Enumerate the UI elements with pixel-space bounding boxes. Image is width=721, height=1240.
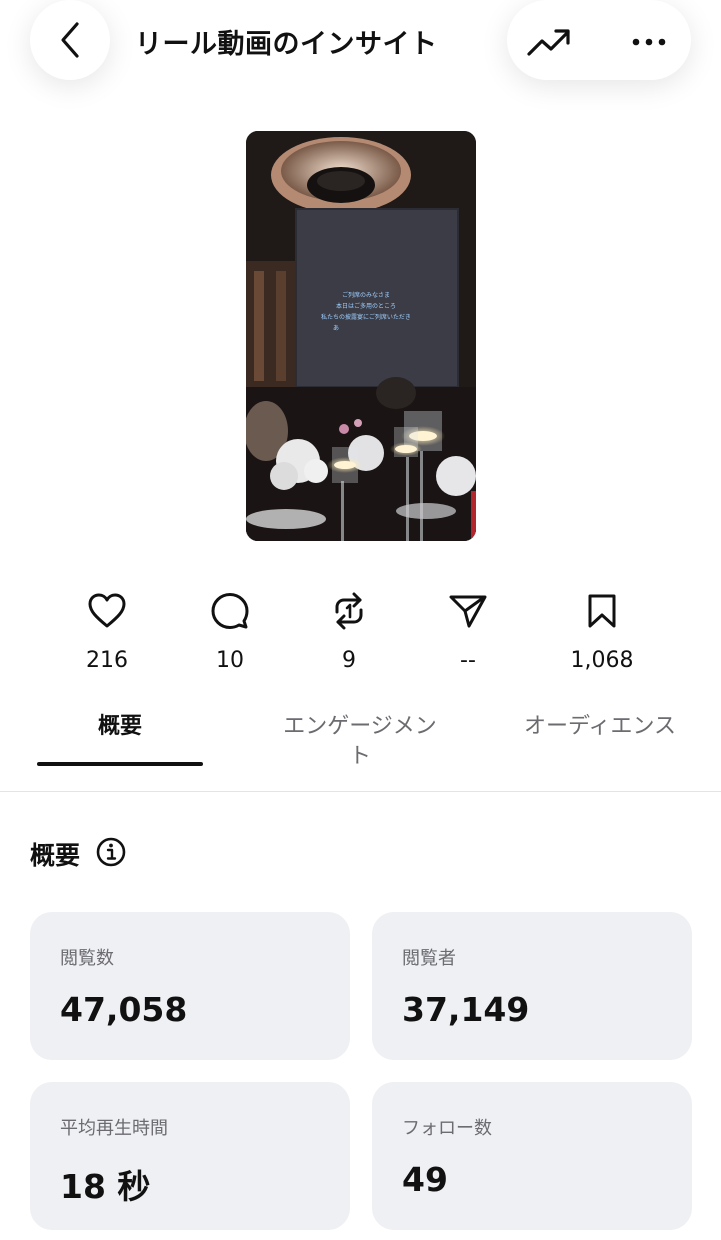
viewers-card[interactable]: 閲覧者 37,149 xyxy=(372,912,692,1060)
back-button[interactable] xyxy=(30,0,110,80)
tab-audience[interactable]: オーディエンス xyxy=(512,712,688,742)
avg-watch-time-value: 18 秒 xyxy=(60,1167,151,1206)
screen-subtitle-line-4: あ xyxy=(333,325,339,332)
chevron-left-icon xyxy=(61,22,79,58)
info-icon xyxy=(96,837,126,867)
tab-engagement[interactable]: エンゲージメン ト xyxy=(262,712,458,772)
trends-button[interactable] xyxy=(527,20,571,64)
tab-overview[interactable]: 概要 xyxy=(37,712,203,742)
avg-watch-time-label: 平均再生時間 xyxy=(60,1118,168,1139)
tab-audience-label: オーディエンス xyxy=(523,714,677,739)
active-tab-indicator xyxy=(37,762,203,766)
views-label: 閲覧数 xyxy=(60,948,114,969)
repost-icon xyxy=(335,592,363,630)
viewers-label: 閲覧者 xyxy=(402,948,456,969)
viewers-value: 37,149 xyxy=(402,990,530,1029)
send-icon xyxy=(449,595,487,628)
likes-count: 216 xyxy=(86,648,128,673)
screen-subtitle-line-2: 本日はご多用のところ xyxy=(336,302,396,310)
views-value: 47,058 xyxy=(60,990,188,1029)
bookmark-icon xyxy=(588,594,616,628)
screen-subtitle-line-3: 私たちの披露宴にご列席いただき xyxy=(321,313,411,321)
reel-thumbnail[interactable]: ご列席のみなさま 本日はご多用のところ 私たちの披露宴にご列席いただき あ xyxy=(246,131,476,541)
screen-subtitle-line-1: ご列席のみなさま xyxy=(342,291,390,299)
more-options-button[interactable] xyxy=(625,20,673,64)
tab-engagement-label-line2: ト xyxy=(348,744,371,769)
avg-watch-time-card[interactable]: 平均再生時間 18 秒 xyxy=(30,1082,350,1230)
trending-up-icon xyxy=(527,29,570,56)
heart-icon xyxy=(88,593,126,628)
tab-engagement-label-line1: エンゲージメン xyxy=(283,714,437,739)
shares-metric: -- xyxy=(413,590,523,673)
comment-icon xyxy=(211,593,249,629)
shares-count: -- xyxy=(460,648,476,673)
follows-value: 49 xyxy=(402,1160,448,1199)
info-button[interactable] xyxy=(96,837,126,867)
page-title: リール動画のインサイト xyxy=(135,29,438,60)
tabs-divider xyxy=(0,791,721,792)
follows-card[interactable]: フォロー数 49 xyxy=(372,1082,692,1230)
header: リール動画のインサイト xyxy=(0,0,721,110)
overview-section-title: 概要 xyxy=(30,841,81,870)
reposts-count: 9 xyxy=(342,648,356,673)
more-horizontal-icon xyxy=(632,38,666,46)
saves-count: 1,068 xyxy=(570,648,634,673)
tab-overview-label: 概要 xyxy=(97,714,142,739)
follows-label: フォロー数 xyxy=(402,1118,492,1139)
reel-scene-image: ご列席のみなさま 本日はご多用のところ 私たちの披露宴にご列席いただき あ xyxy=(246,131,476,541)
comments-count: 10 xyxy=(216,648,244,673)
comments-metric: 10 xyxy=(175,590,285,673)
views-card[interactable]: 閲覧数 47,058 xyxy=(30,912,350,1060)
likes-metric: 216 xyxy=(52,590,162,673)
saves-metric: 1,068 xyxy=(547,590,657,673)
reposts-metric: 9 xyxy=(294,590,404,673)
header-actions xyxy=(507,0,691,80)
